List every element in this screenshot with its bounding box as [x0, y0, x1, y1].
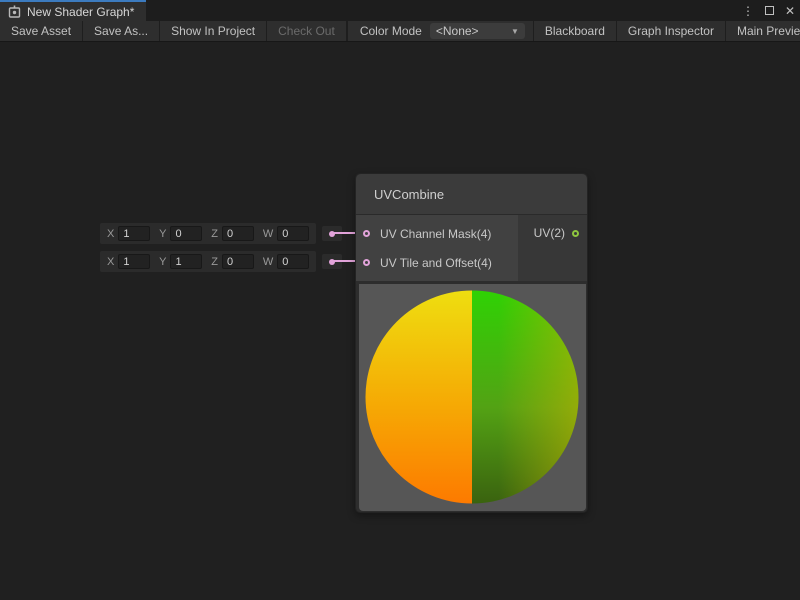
x-field[interactable]: 1 — [118, 254, 150, 269]
node-body: UV Channel Mask(4) UV Tile and Offset(4)… — [356, 215, 587, 281]
node-output-section: UV(2) — [518, 215, 587, 281]
graph-inspector-button[interactable]: Graph Inspector — [617, 21, 726, 41]
z-label: Z — [211, 256, 218, 268]
graph-canvas[interactable]: X 1 Y 0 Z 0 W 0 X 1 Y 1 Z 0 W 0 UVCombin… — [0, 42, 800, 600]
node-input-section: UV Channel Mask(4) UV Tile and Offset(4) — [356, 215, 518, 281]
save-asset-button[interactable]: Save Asset — [0, 21, 83, 41]
w-label: W — [263, 228, 273, 240]
save-as-button[interactable]: Save As... — [83, 21, 160, 41]
toolbar: Save Asset Save As... Show In Project Ch… — [0, 21, 800, 42]
y-field[interactable]: 1 — [170, 254, 202, 269]
input-port-label-2: UV Tile and Offset(4) — [380, 256, 492, 270]
blackboard-button[interactable]: Blackboard — [533, 21, 617, 41]
x-field[interactable]: 1 — [118, 226, 150, 241]
node-title: UVCombine — [374, 187, 444, 202]
w-field[interactable]: 0 — [277, 254, 309, 269]
w-field[interactable]: 0 — [277, 226, 309, 241]
color-mode-group: Color Mode <None> ▼ — [347, 21, 533, 41]
input-port-row-2: UV Tile and Offset(4) — [356, 248, 518, 277]
output-port-icon[interactable] — [572, 230, 579, 237]
show-in-project-button[interactable]: Show In Project — [160, 21, 267, 41]
z-field[interactable]: 0 — [222, 226, 254, 241]
close-icon[interactable]: ✕ — [785, 5, 795, 17]
y-label: Y — [159, 228, 166, 240]
window-menu-icon[interactable]: ⋮ — [742, 5, 754, 17]
y-label: Y — [159, 256, 166, 268]
w-label: W — [263, 256, 273, 268]
check-out-button: Check Out — [267, 21, 347, 41]
color-mode-dropdown[interactable]: <None> ▼ — [430, 23, 525, 39]
shader-graph-icon — [8, 5, 21, 18]
input-port-label-1: UV Channel Mask(4) — [380, 227, 491, 241]
input-port-icon-1[interactable] — [363, 230, 370, 237]
maximize-icon[interactable] — [765, 6, 774, 15]
vector4-input-row-1: X 1 Y 0 Z 0 W 0 — [100, 223, 316, 244]
output-port-label: UV(2) — [534, 226, 565, 240]
y-field[interactable]: 0 — [170, 226, 202, 241]
chevron-down-icon: ▼ — [511, 27, 519, 36]
vector4-input-row-2: X 1 Y 1 Z 0 W 0 — [100, 251, 316, 272]
tab-strip: New Shader Graph* ⋮ ✕ — [0, 0, 800, 21]
uvcombine-node[interactable]: UVCombine UV Channel Mask(4) UV Tile and… — [355, 173, 588, 513]
color-mode-value: <None> — [436, 24, 479, 38]
uv-preview-sphere — [365, 290, 579, 504]
color-mode-label: Color Mode — [360, 24, 422, 38]
node-preview — [359, 284, 586, 511]
input-port-icon-2[interactable] — [363, 259, 370, 266]
x-label: X — [107, 228, 114, 240]
z-label: Z — [211, 228, 218, 240]
main-preview-button[interactable]: Main Preview — [726, 21, 800, 41]
x-label: X — [107, 256, 114, 268]
tab-title: New Shader Graph* — [27, 5, 134, 19]
input-port-row-1: UV Channel Mask(4) — [356, 219, 518, 248]
node-header[interactable]: UVCombine — [356, 174, 587, 215]
z-field[interactable]: 0 — [222, 254, 254, 269]
tab-new-shader-graph[interactable]: New Shader Graph* — [0, 0, 146, 21]
